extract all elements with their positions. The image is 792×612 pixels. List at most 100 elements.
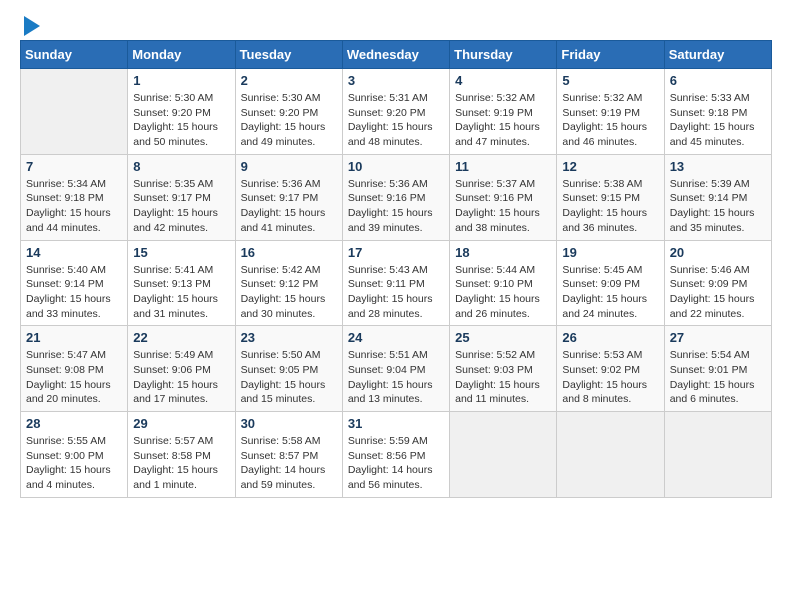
day-info: Sunrise: 5:50 AM Sunset: 9:05 PM Dayligh… [241,348,337,407]
day-info: Sunrise: 5:38 AM Sunset: 9:15 PM Dayligh… [562,177,658,236]
day-number: 15 [133,245,229,260]
calendar-cell: 24Sunrise: 5:51 AM Sunset: 9:04 PM Dayli… [342,326,449,412]
calendar-cell: 7 Sunrise: 5:34 AM Sunset: 9:18 PM Daylig… [21,154,128,240]
day-number: 6 [670,73,766,88]
calendar-cell: 30 Sunrise: 5:58 AM Sunset: 8:57 PM Dayli… [235,412,342,498]
day-number: 18 [455,245,551,260]
calendar-cell: 28 Sunrise: 5:55 AM Sunset: 9:00 PM Dayli… [21,412,128,498]
day-number: 29 [133,416,229,431]
day-number: 4 [455,73,551,88]
day-info: Sunrise: 5:47 AM Sunset: 9:08 PM Dayligh… [26,348,122,407]
day-number: 17 [348,245,444,260]
day-info: Sunrise: 5:41 AM Sunset: 9:13 PM Dayligh… [133,263,229,322]
day-number: 5 [562,73,658,88]
day-info: Sunrise: 5:39 AM Sunset: 9:14 PM Dayligh… [670,177,766,236]
day-info: Sunrise: 5:43 AM Sunset: 9:11 PM Dayligh… [348,263,444,322]
calendar-cell: 15 Sunrise: 5:41 AM Sunset: 9:13 PM Dayli… [128,240,235,326]
calendar-cell: 16 Sunrise: 5:42 AM Sunset: 9:12 PM Dayli… [235,240,342,326]
calendar-cell: 12 Sunrise: 5:38 AM Sunset: 9:15 PM Dayli… [557,154,664,240]
day-info: Sunrise: 5:55 AM Sunset: 9:00 PM Dayligh… [26,434,122,493]
col-header-friday: Friday [557,41,664,69]
col-header-sunday: Sunday [21,41,128,69]
day-number: 30 [241,416,337,431]
day-info: Sunrise: 5:37 AM Sunset: 9:16 PM Dayligh… [455,177,551,236]
day-number: 19 [562,245,658,260]
day-info: Sunrise: 5:57 AM Sunset: 8:58 PM Dayligh… [133,434,229,493]
calendar-cell: 3 Sunrise: 5:31 AM Sunset: 9:20 PM Daylig… [342,69,449,155]
day-info: Sunrise: 5:30 AM Sunset: 9:20 PM Dayligh… [241,91,337,150]
day-info: Sunrise: 5:32 AM Sunset: 9:19 PM Dayligh… [562,91,658,150]
col-header-tuesday: Tuesday [235,41,342,69]
day-info: Sunrise: 5:58 AM Sunset: 8:57 PM Dayligh… [241,434,337,493]
calendar-cell: 4 Sunrise: 5:32 AM Sunset: 9:19 PM Daylig… [450,69,557,155]
day-number: 13 [670,159,766,174]
day-info: Sunrise: 5:30 AM Sunset: 9:20 PM Dayligh… [133,91,229,150]
col-header-saturday: Saturday [664,41,771,69]
day-number: 23 [241,330,337,345]
calendar-cell: 6 Sunrise: 5:33 AM Sunset: 9:18 PM Daylig… [664,69,771,155]
day-info: Sunrise: 5:51 AM Sunset: 9:04 PM Dayligh… [348,348,444,407]
calendar-cell: 9 Sunrise: 5:36 AM Sunset: 9:17 PM Daylig… [235,154,342,240]
day-info: Sunrise: 5:36 AM Sunset: 9:17 PM Dayligh… [241,177,337,236]
day-info: Sunrise: 5:49 AM Sunset: 9:06 PM Dayligh… [133,348,229,407]
calendar-cell: 11 Sunrise: 5:37 AM Sunset: 9:16 PM Dayli… [450,154,557,240]
calendar-cell: 13 Sunrise: 5:39 AM Sunset: 9:14 PM Dayli… [664,154,771,240]
day-info: Sunrise: 5:33 AM Sunset: 9:18 PM Dayligh… [670,91,766,150]
day-number: 21 [26,330,122,345]
day-info: Sunrise: 5:36 AM Sunset: 9:16 PM Dayligh… [348,177,444,236]
calendar-cell: 25 Sunrise: 5:52 AM Sunset: 9:03 PM Dayli… [450,326,557,412]
day-info: Sunrise: 5:32 AM Sunset: 9:19 PM Dayligh… [455,91,551,150]
day-number: 3 [348,73,444,88]
calendar-cell: 10 Sunrise: 5:36 AM Sunset: 9:16 PM Dayli… [342,154,449,240]
col-header-monday: Monday [128,41,235,69]
day-info: Sunrise: 5:31 AM Sunset: 9:20 PM Dayligh… [348,91,444,150]
day-info: Sunrise: 5:35 AM Sunset: 9:17 PM Dayligh… [133,177,229,236]
calendar-cell: 20 Sunrise: 5:46 AM Sunset: 9:09 PM Dayli… [664,240,771,326]
day-info: Sunrise: 5:34 AM Sunset: 9:18 PM Dayligh… [26,177,122,236]
calendar-cell: 8 Sunrise: 5:35 AM Sunset: 9:17 PM Daylig… [128,154,235,240]
day-number: 1 [133,73,229,88]
day-number: 28 [26,416,122,431]
calendar-cell [21,69,128,155]
day-number: 16 [241,245,337,260]
day-number: 31 [348,416,444,431]
day-info: Sunrise: 5:52 AM Sunset: 9:03 PM Dayligh… [455,348,551,407]
col-header-thursday: Thursday [450,41,557,69]
calendar-table: SundayMondayTuesdayWednesdayThursdayFrid… [20,40,772,498]
page-header [20,20,772,32]
col-header-wednesday: Wednesday [342,41,449,69]
calendar-cell: 2 Sunrise: 5:30 AM Sunset: 9:20 PM Daylig… [235,69,342,155]
day-number: 9 [241,159,337,174]
day-number: 8 [133,159,229,174]
calendar-cell: 29 Sunrise: 5:57 AM Sunset: 8:58 PM Dayli… [128,412,235,498]
calendar-cell [664,412,771,498]
calendar-cell: 1 Sunrise: 5:30 AM Sunset: 9:20 PM Daylig… [128,69,235,155]
day-number: 2 [241,73,337,88]
day-number: 14 [26,245,122,260]
calendar-cell: 17 Sunrise: 5:43 AM Sunset: 9:11 PM Dayli… [342,240,449,326]
calendar-cell: 27Sunrise: 5:54 AM Sunset: 9:01 PM Dayli… [664,326,771,412]
day-info: Sunrise: 5:59 AM Sunset: 8:56 PM Dayligh… [348,434,444,493]
day-number: 20 [670,245,766,260]
day-info: Sunrise: 5:46 AM Sunset: 9:09 PM Dayligh… [670,263,766,322]
calendar-cell: 26 Sunrise: 5:53 AM Sunset: 9:02 PM Dayli… [557,326,664,412]
logo-arrow-icon [24,16,40,36]
day-info: Sunrise: 5:44 AM Sunset: 9:10 PM Dayligh… [455,263,551,322]
day-number: 11 [455,159,551,174]
day-number: 10 [348,159,444,174]
calendar-cell: 14 Sunrise: 5:40 AM Sunset: 9:14 PM Dayli… [21,240,128,326]
day-number: 7 [26,159,122,174]
day-number: 26 [562,330,658,345]
day-info: Sunrise: 5:53 AM Sunset: 9:02 PM Dayligh… [562,348,658,407]
day-info: Sunrise: 5:42 AM Sunset: 9:12 PM Dayligh… [241,263,337,322]
day-number: 25 [455,330,551,345]
day-info: Sunrise: 5:45 AM Sunset: 9:09 PM Dayligh… [562,263,658,322]
day-number: 12 [562,159,658,174]
calendar-cell: 19 Sunrise: 5:45 AM Sunset: 9:09 PM Dayli… [557,240,664,326]
day-info: Sunrise: 5:40 AM Sunset: 9:14 PM Dayligh… [26,263,122,322]
calendar-cell: 31 Sunrise: 5:59 AM Sunset: 8:56 PM Dayli… [342,412,449,498]
logo [20,20,40,32]
calendar-cell [557,412,664,498]
calendar-cell: 5 Sunrise: 5:32 AM Sunset: 9:19 PM Daylig… [557,69,664,155]
day-number: 22 [133,330,229,345]
